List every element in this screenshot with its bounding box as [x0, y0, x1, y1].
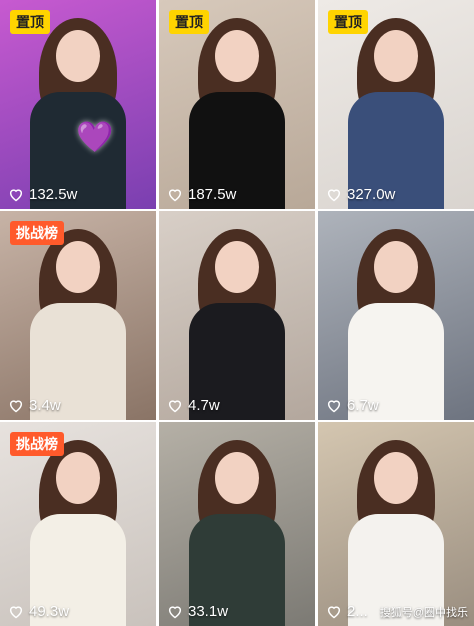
heart-outline-icon — [168, 189, 182, 202]
like-count-value: 49.3w — [29, 603, 70, 620]
person-face — [215, 241, 259, 293]
video-tile[interactable]: 挑战榜 3.4w — [0, 211, 156, 420]
person-face — [215, 452, 259, 504]
watermark: 搜狐号@圈中找乐 — [379, 607, 468, 619]
like-count-value: 2... — [347, 603, 368, 620]
like-count-value: 4.7w — [188, 397, 220, 414]
heart-outline-icon — [327, 606, 341, 619]
heart-outline-icon — [168, 606, 182, 619]
like-count-value: 327.0w — [347, 186, 396, 203]
challenge-badge: 挑战榜 — [10, 432, 64, 456]
like-count-value: 6.7w — [347, 397, 379, 414]
video-tile[interactable]: 4.7w — [159, 211, 315, 420]
person-face — [56, 30, 100, 82]
like-count: 4.7w — [167, 397, 220, 414]
video-tile[interactable]: 6.7w — [318, 211, 474, 420]
video-thumbnail — [159, 211, 315, 420]
like-count: 132.5w — [8, 186, 77, 203]
person-face — [374, 30, 418, 82]
heart-outline-icon — [9, 606, 23, 619]
like-count-value: 187.5w — [188, 186, 237, 203]
like-count-value: 33.1w — [188, 603, 229, 620]
person-face — [215, 30, 259, 82]
purple-heart-icon: 💜 — [76, 121, 114, 154]
heart-outline-icon — [327, 400, 341, 413]
person-face — [374, 452, 418, 504]
like-count: 187.5w — [167, 186, 236, 203]
like-count: 327.0w — [326, 186, 395, 203]
person-face — [56, 452, 100, 504]
video-tile[interactable]: 挑战榜 49.3w — [0, 422, 156, 626]
pinned-badge: 置顶 — [10, 10, 50, 34]
video-tile[interactable]: 2... 搜狐号@圈中找乐 — [318, 422, 474, 626]
video-thumbnail — [318, 422, 474, 626]
heart-outline-icon — [9, 189, 23, 202]
like-count-value: 3.4w — [29, 397, 61, 414]
heart-outline-icon — [9, 400, 23, 413]
person-face — [56, 241, 100, 293]
pinned-badge: 置顶 — [328, 10, 368, 34]
video-tile[interactable]: 💜 置顶 132.5w — [0, 0, 156, 209]
video-tile[interactable]: 置顶 327.0w — [318, 0, 474, 209]
heart-outline-icon — [168, 400, 182, 413]
like-count: 49.3w — [8, 603, 69, 620]
like-count: 6.7w — [326, 397, 379, 414]
like-count: 33.1w — [167, 603, 228, 620]
video-tile[interactable]: 33.1w — [159, 422, 315, 626]
video-thumbnail — [318, 211, 474, 420]
like-count-value: 132.5w — [29, 186, 78, 203]
like-count: 3.4w — [8, 397, 61, 414]
challenge-badge: 挑战榜 — [10, 221, 64, 245]
video-tile[interactable]: 置顶 187.5w — [159, 0, 315, 209]
heart-outline-icon — [327, 189, 341, 202]
like-count: 2... — [326, 603, 368, 620]
pinned-badge: 置顶 — [169, 10, 209, 34]
video-grid: 💜 置顶 132.5w 置顶 187.5w 置顶 327.0w 挑战榜 3.4w — [0, 0, 474, 626]
video-thumbnail — [159, 422, 315, 626]
person-face — [374, 241, 418, 293]
